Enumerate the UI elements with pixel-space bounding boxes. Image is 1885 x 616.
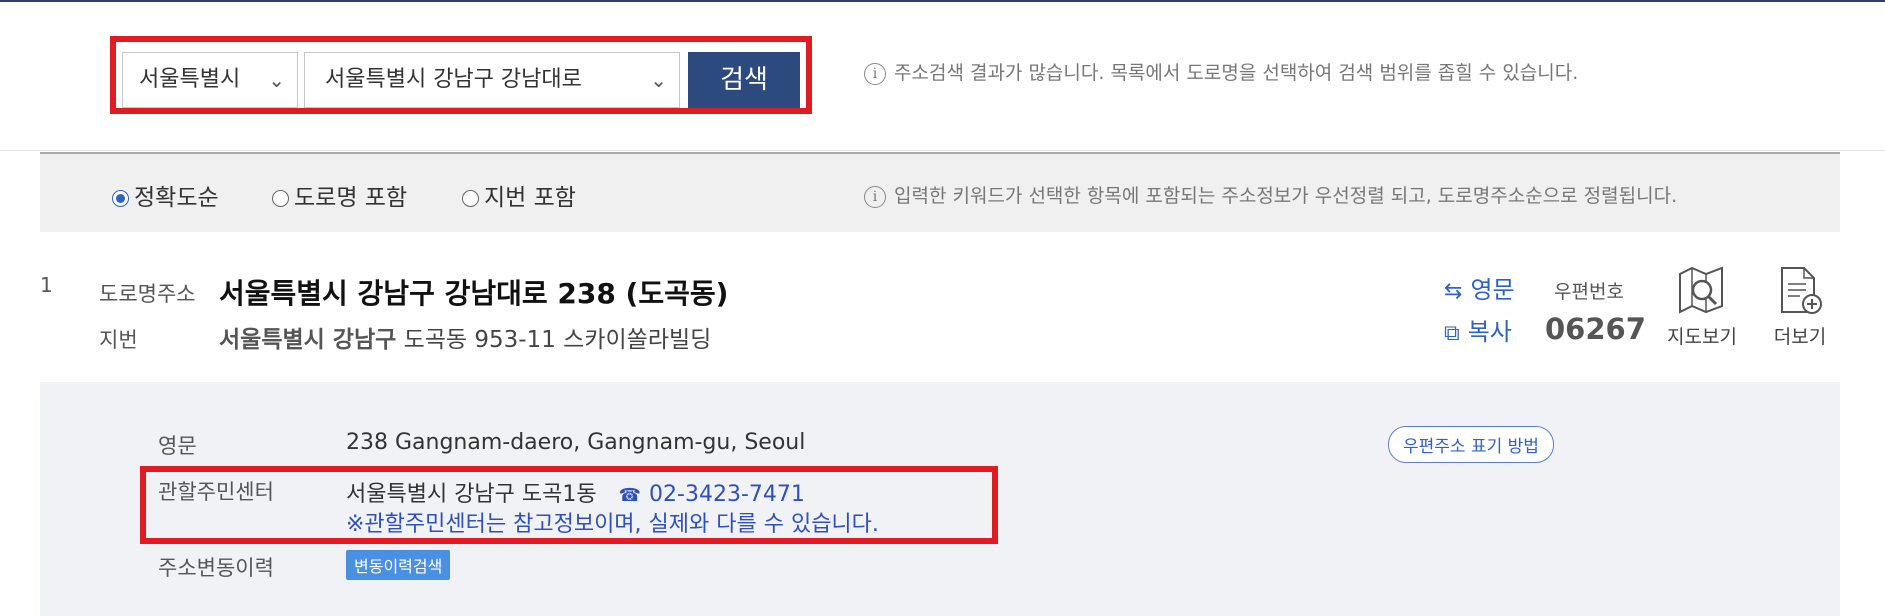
office-phone: 02-3423-7471 (649, 482, 805, 507)
office-value: 서울특별시 강남구 도곡1동 (346, 482, 597, 507)
zip-code: 06267 (1545, 312, 1646, 346)
zip-label: 우편번호 (1554, 281, 1624, 303)
radio-jibun[interactable]: 지번 포함 (462, 178, 576, 212)
more-label: 더보기 (1773, 326, 1827, 348)
office-info: 서울특별시 강남구 도곡1동 ☎ 02-3423-7471 (346, 476, 805, 508)
radio-unchecked-icon (272, 190, 289, 207)
sort-filter-bar: 정확도순 도로명 포함 지번 포함 i 입력한 키워드가 선택한 항목에 포함되는… (40, 152, 1840, 232)
detail-panel: 영문 238 Gangnam-daero, Gangnam-gu, Seoul … (40, 382, 1840, 616)
road-select-value: 서울특별시 강남구 강남대로 (325, 67, 582, 92)
chevron-down-icon: ⌄ (650, 68, 667, 92)
copy-link-label: 복사 (1467, 318, 1512, 346)
history-label: 주소변동이력 (158, 556, 274, 580)
map-view-label: 지도보기 (1667, 326, 1737, 348)
copy-icon: ⧉ (1444, 321, 1460, 346)
jibun-address-detail: 도곡동 953-11 스카이쏠라빌딩 (403, 327, 712, 353)
english-link[interactable]: ⇆ 영문 (1444, 270, 1515, 305)
search-notice: i 주소검색 결과가 많습니다. 목록에서 도로명을 선택하여 검색 범위를 좁힐… (864, 58, 1578, 85)
radio-label: 지번 포함 (484, 185, 576, 211)
office-label: 관할주민센터 (158, 480, 274, 504)
chevron-down-icon: ⌄ (268, 68, 285, 92)
search-form-highlight: 서울특별시 ⌄ 서울특별시 강남구 강남대로 ⌄ 검색 (110, 36, 812, 114)
radio-checked-icon (112, 190, 129, 207)
road-select[interactable]: 서울특별시 강남구 강남대로 ⌄ (304, 52, 680, 108)
swap-arrows-icon: ⇆ (1444, 279, 1463, 304)
postal-format-button[interactable]: 우편주소 표기 방법 (1388, 426, 1554, 463)
english-address-label: 영문 (158, 434, 197, 458)
map-view-button[interactable]: 지도보기 (1660, 264, 1744, 349)
top-border (0, 0, 1885, 2)
radio-label: 정확도순 (134, 185, 219, 211)
phone-icon: ☎ (618, 485, 642, 506)
sort-notice: i 입력한 키워드가 선택한 항목에 포함되는 주소정보가 우선정렬 되고, 도로… (864, 181, 1677, 208)
document-plus-icon (1781, 267, 1822, 314)
road-address: 서울특별시 강남구 강남대로 238 (도곡동) (219, 277, 729, 310)
history-search-button[interactable]: 변동이력검색 (346, 550, 451, 580)
office-note: ※관할주민센터는 참고정보이며, 실제와 다를 수 있습니다. (346, 512, 879, 537)
radio-label: 도로명 포함 (294, 185, 408, 211)
radio-road-name[interactable]: 도로명 포함 (272, 178, 407, 212)
office-phone-link[interactable]: ☎ 02-3423-7471 (619, 482, 805, 507)
divider (0, 150, 1885, 151)
info-icon: i (864, 185, 886, 208)
radio-unchecked-icon (462, 190, 479, 207)
radio-accuracy[interactable]: 정확도순 (112, 178, 219, 212)
region-select-value: 서울특별시 (139, 67, 241, 92)
more-button[interactable]: 더보기 (1762, 264, 1838, 349)
search-notice-text: 주소검색 결과가 많습니다. 목록에서 도로명을 선택하여 검색 범위를 좁힐 … (894, 62, 1579, 84)
search-button[interactable]: 검색 (688, 52, 800, 108)
copy-link[interactable]: ⧉ 복사 (1444, 312, 1512, 347)
map-search-icon (1679, 266, 1723, 314)
english-link-label: 영문 (1470, 276, 1515, 304)
result-index: 1 (40, 273, 53, 297)
jibun-label: 지번 (99, 328, 138, 352)
jibun-address-region: 서울특별시 강남구 (219, 327, 397, 353)
info-icon: i (864, 62, 886, 85)
sort-notice-text: 입력한 키워드가 선택한 항목에 포함되는 주소정보가 우선정렬 되고, 도로명… (894, 185, 1678, 207)
road-address-label: 도로명주소 (99, 282, 196, 306)
region-select[interactable]: 서울특별시 ⌄ (122, 52, 298, 108)
english-address-value: 238 Gangnam-daero, Gangnam-gu, Seoul (346, 430, 806, 455)
jibun-address: 서울특별시 강남구 도곡동 953-11 스카이쏠라빌딩 (219, 320, 711, 354)
